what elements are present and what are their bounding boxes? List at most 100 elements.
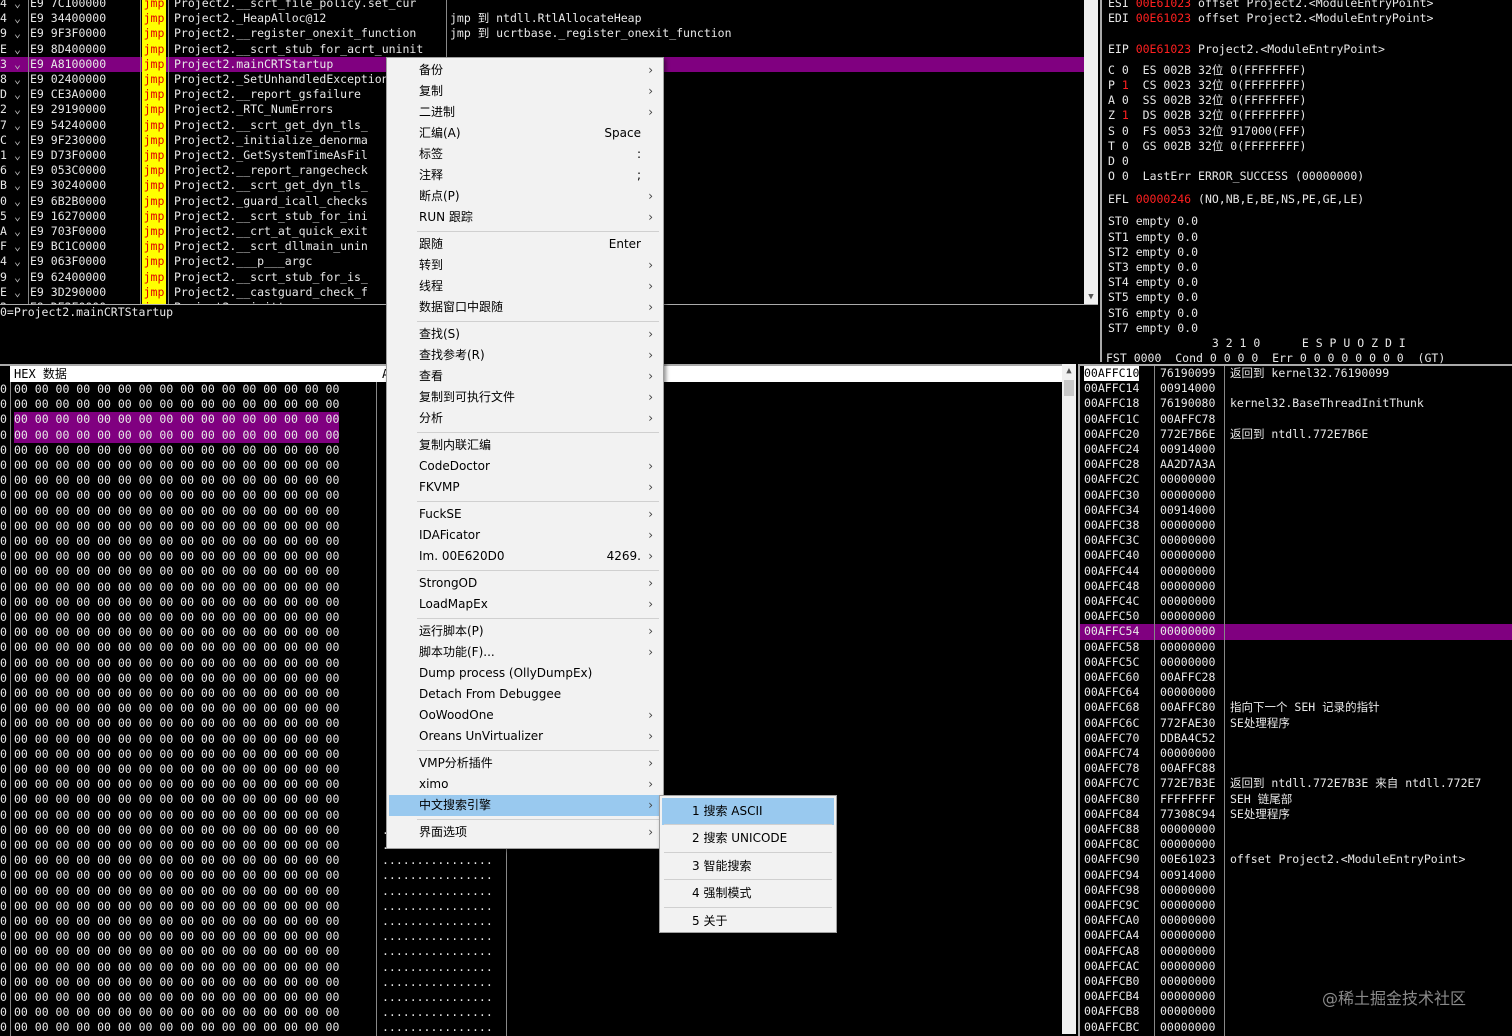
flag-row[interactable]: S 0 FS 0053 32位 917000(FFF) xyxy=(1108,124,1306,139)
stack-row[interactable]: 00AFFC8C 00000000 xyxy=(1080,837,1512,852)
stack-row[interactable]: 00AFFC34 00914000 xyxy=(1080,503,1512,518)
stack-value[interactable]: 00914000 xyxy=(1160,442,1215,457)
stack-value[interactable]: 772E7B6E xyxy=(1160,427,1215,442)
dump-row[interactable]: 0 00 00 00 00 00 00 00 00 00 00 00 00 00 … xyxy=(0,1005,1062,1020)
flag-value[interactable]: 0 xyxy=(1122,63,1129,77)
stack-row[interactable]: 00AFFC64 00000000 xyxy=(1080,685,1512,700)
stack-value[interactable]: 00000000 xyxy=(1160,822,1215,837)
menu-item[interactable]: Oreans UnVirtualizer › xyxy=(389,726,661,747)
flag-value[interactable]: 1 xyxy=(1122,78,1129,92)
dump-row[interactable]: 0 00 00 00 00 00 00 00 00 00 00 00 00 00 … xyxy=(0,853,1062,868)
dump-hex-bytes[interactable]: 00 00 00 00 00 00 00 00 00 00 00 00 00 0… xyxy=(14,640,339,655)
stack-row[interactable]: 00AFFC40 00000000 xyxy=(1080,548,1512,563)
flag-row[interactable]: O 0 LastErr ERROR_SUCCESS (00000000) xyxy=(1108,169,1364,184)
stack-row[interactable]: 00AFFCA8 00000000 xyxy=(1080,944,1512,959)
dump-row[interactable]: 0 00 00 00 00 00 00 00 00 00 00 00 00 00 … xyxy=(0,990,1062,1005)
register-row[interactable]: EIP 00E61023 Project2.<ModuleEntryPoint> xyxy=(1108,42,1385,57)
stack-value[interactable]: 772FAE30 xyxy=(1160,716,1215,731)
flag-row[interactable]: T 0 GS 002B 32位 0(FFFFFFFF) xyxy=(1108,139,1306,154)
dump-hex-bytes[interactable]: 00 00 00 00 00 00 00 00 00 00 00 00 00 0… xyxy=(14,777,339,792)
dump-hex-bytes[interactable]: 00 00 00 00 00 00 00 00 00 00 00 00 00 0… xyxy=(14,595,339,610)
stack-row[interactable]: 00AFFC94 00914000 xyxy=(1080,868,1512,883)
menu-item[interactable]: 转到 › xyxy=(389,255,661,276)
scroll-down-icon[interactable]: ▼ xyxy=(1084,292,1098,302)
register-row[interactable]: ESI 00E61023 offset Project2.<ModuleEntr… xyxy=(1108,0,1433,11)
stack-row[interactable]: 00AFFC90 00E61023 offset Project2.<ModuleE… xyxy=(1080,852,1512,867)
dump-hex-bytes[interactable]: 00 00 00 00 00 00 00 00 00 00 00 00 00 0… xyxy=(14,564,339,579)
stack-row[interactable]: 00AFFC20 772E7B6E 返回到 ntdll.772E7B6E xyxy=(1080,427,1512,442)
dump-hex-bytes[interactable]: 00 00 00 00 00 00 00 00 00 00 00 00 00 0… xyxy=(14,914,339,929)
menu-item[interactable]: Dump process (OllyDumpEx) xyxy=(389,663,661,684)
flag-value[interactable]: 0 xyxy=(1122,154,1129,168)
menu-item[interactable]: 复制到可执行文件 › xyxy=(389,387,661,408)
menu-item[interactable]: 标签: xyxy=(389,144,661,165)
menu-item[interactable]: 备份 › xyxy=(389,60,661,81)
menu-item[interactable]: 注释; xyxy=(389,165,661,186)
stack-row[interactable]: 00AFFC28 AA2D7A3A xyxy=(1080,457,1512,472)
stack-row[interactable]: 00AFFC98 00000000 xyxy=(1080,883,1512,898)
dump-scroll-thumb[interactable] xyxy=(1064,380,1074,396)
stack-value[interactable]: 00000000 xyxy=(1160,472,1215,487)
stack-value[interactable]: 00AFFC78 xyxy=(1160,412,1215,427)
dump-hex-bytes[interactable]: 00 00 00 00 00 00 00 00 00 00 00 00 00 0… xyxy=(14,549,339,564)
dump-row[interactable]: 0 00 00 00 00 00 00 00 00 00 00 00 00 00 … xyxy=(0,899,1062,914)
dump-hex-bytes[interactable]: 00 00 00 00 00 00 00 00 00 00 00 00 00 0… xyxy=(14,1020,339,1035)
registers-pane[interactable]: ESI 00E61023 offset Project2.<ModuleEntr… xyxy=(1100,0,1512,365)
dump-hex-bytes[interactable]: 00 00 00 00 00 00 00 00 00 00 00 00 00 0… xyxy=(14,975,339,990)
stack-value[interactable]: 00000000 xyxy=(1160,685,1215,700)
menu-item[interactable]: 中文搜索引擎 › xyxy=(389,795,661,816)
register-value[interactable]: 00E61023 xyxy=(1136,42,1191,56)
dump-hex-bytes[interactable]: 00 00 00 00 00 00 00 00 00 00 00 00 00 0… xyxy=(14,625,339,640)
stack-value[interactable]: 00000000 xyxy=(1160,564,1215,579)
fpu-register-row[interactable]: ST6 empty 0.0 xyxy=(1108,306,1198,321)
dump-hex-bytes[interactable]: 00 00 00 00 00 00 00 00 00 00 00 00 00 0… xyxy=(14,868,339,883)
stack-value[interactable]: 76190099 xyxy=(1160,366,1215,381)
stack-row[interactable]: 00AFFCBC 00000000 xyxy=(1080,1020,1512,1035)
flag-value[interactable]: 0 xyxy=(1122,124,1129,138)
dump-hex-bytes[interactable]: 00 00 00 00 00 00 00 00 00 00 00 00 00 0… xyxy=(14,838,339,853)
submenu-item[interactable]: 3 智能搜索 xyxy=(662,853,834,880)
disasm-row[interactable]: E ⌄ E9 8D400000 jmp Project2.__scrt_stub_for… xyxy=(0,41,1098,57)
stack-row[interactable]: 00AFFC44 00000000 xyxy=(1080,564,1512,579)
dump-hex-bytes[interactable]: 00 00 00 00 00 00 00 00 00 00 00 00 00 0… xyxy=(14,610,339,625)
stack-row[interactable]: 00AFFC68 00AFFC80 指向下一个 SEH 记录的指针 xyxy=(1080,700,1512,715)
dump-hex-bytes[interactable]: 00 00 00 00 00 00 00 00 00 00 00 00 00 0… xyxy=(14,504,339,519)
menu-item[interactable]: 查找参考(R) › xyxy=(389,345,661,366)
dump-hex-bytes[interactable]: 00 00 00 00 00 00 00 00 00 00 00 00 00 0… xyxy=(14,716,339,731)
menu-item[interactable]: StrongOD › xyxy=(389,573,661,594)
register-value[interactable]: 00E61023 xyxy=(1136,11,1191,25)
stack-value[interactable]: 00000000 xyxy=(1160,746,1215,761)
dump-hex-bytes[interactable]: 00 00 00 00 00 00 00 00 00 00 00 00 00 0… xyxy=(14,732,339,747)
stack-value[interactable]: 00000000 xyxy=(1160,928,1215,943)
stack-value[interactable]: 00914000 xyxy=(1160,503,1215,518)
menu-item[interactable]: Im. 00E620D0 4269. › xyxy=(389,546,661,567)
menu-item[interactable]: FuckSE › xyxy=(389,504,661,525)
flag-value[interactable]: 1 xyxy=(1122,108,1129,122)
menu-item[interactable]: 线程 › xyxy=(389,276,661,297)
stack-value[interactable]: 00E61023 xyxy=(1160,852,1215,867)
register-value[interactable]: 00E61023 xyxy=(1136,0,1191,10)
menu-item[interactable]: 复制 › xyxy=(389,81,661,102)
disasm-row[interactable]: 4 ⌄ E9 34400000 jmp Project2._HeapAlloc@12 jm… xyxy=(0,11,1098,27)
stack-row[interactable]: 00AFFCA4 00000000 xyxy=(1080,928,1512,943)
stack-value[interactable]: 76190080 xyxy=(1160,396,1215,411)
dump-hex-bytes[interactable]: 00 00 00 00 00 00 00 00 00 00 00 00 00 0… xyxy=(14,990,339,1005)
stack-row[interactable]: 00AFFC74 00000000 xyxy=(1080,746,1512,761)
menu-item[interactable]: 跟随 Enter xyxy=(389,234,661,255)
register-row[interactable]: EDI 00E61023 offset Project2.<ModuleEntr… xyxy=(1108,11,1433,26)
fpu-register-row[interactable]: ST0 empty 0.0 xyxy=(1108,214,1198,229)
stack-value[interactable]: 00000000 xyxy=(1160,594,1215,609)
submenu-item[interactable]: 4 强制模式 xyxy=(662,880,834,907)
stack-row[interactable]: 00AFFC84 77308C94 SE处理程序 xyxy=(1080,807,1512,822)
stack-value[interactable]: 00000000 xyxy=(1160,883,1215,898)
stack-value[interactable]: 00000000 xyxy=(1160,655,1215,670)
dump-hex-bytes[interactable]: 00 00 00 00 00 00 00 00 00 00 00 00 00 0… xyxy=(14,458,339,473)
stack-row[interactable]: 00AFFC1C 00AFFC78 xyxy=(1080,412,1512,427)
dump-hex-bytes[interactable]: 00 00 00 00 00 00 00 00 00 00 00 00 00 0… xyxy=(14,853,339,868)
menu-item[interactable]: IDAFicator › xyxy=(389,525,661,546)
stack-row[interactable]: 00AFFC18 76190080 kernel32.BaseThreadInitT… xyxy=(1080,396,1512,411)
menu-item[interactable]: 复制内联汇编 xyxy=(389,435,661,456)
stack-row[interactable]: 00AFFC70 DDBA4C52 xyxy=(1080,731,1512,746)
context-menu[interactable]: 备份 › 复制 › 二进制 › 汇编(A) Space 标签: 注释; 断点(P) › RUN 跟踪 › 跟… xyxy=(386,57,664,849)
stack-value[interactable]: 00000000 xyxy=(1160,533,1215,548)
